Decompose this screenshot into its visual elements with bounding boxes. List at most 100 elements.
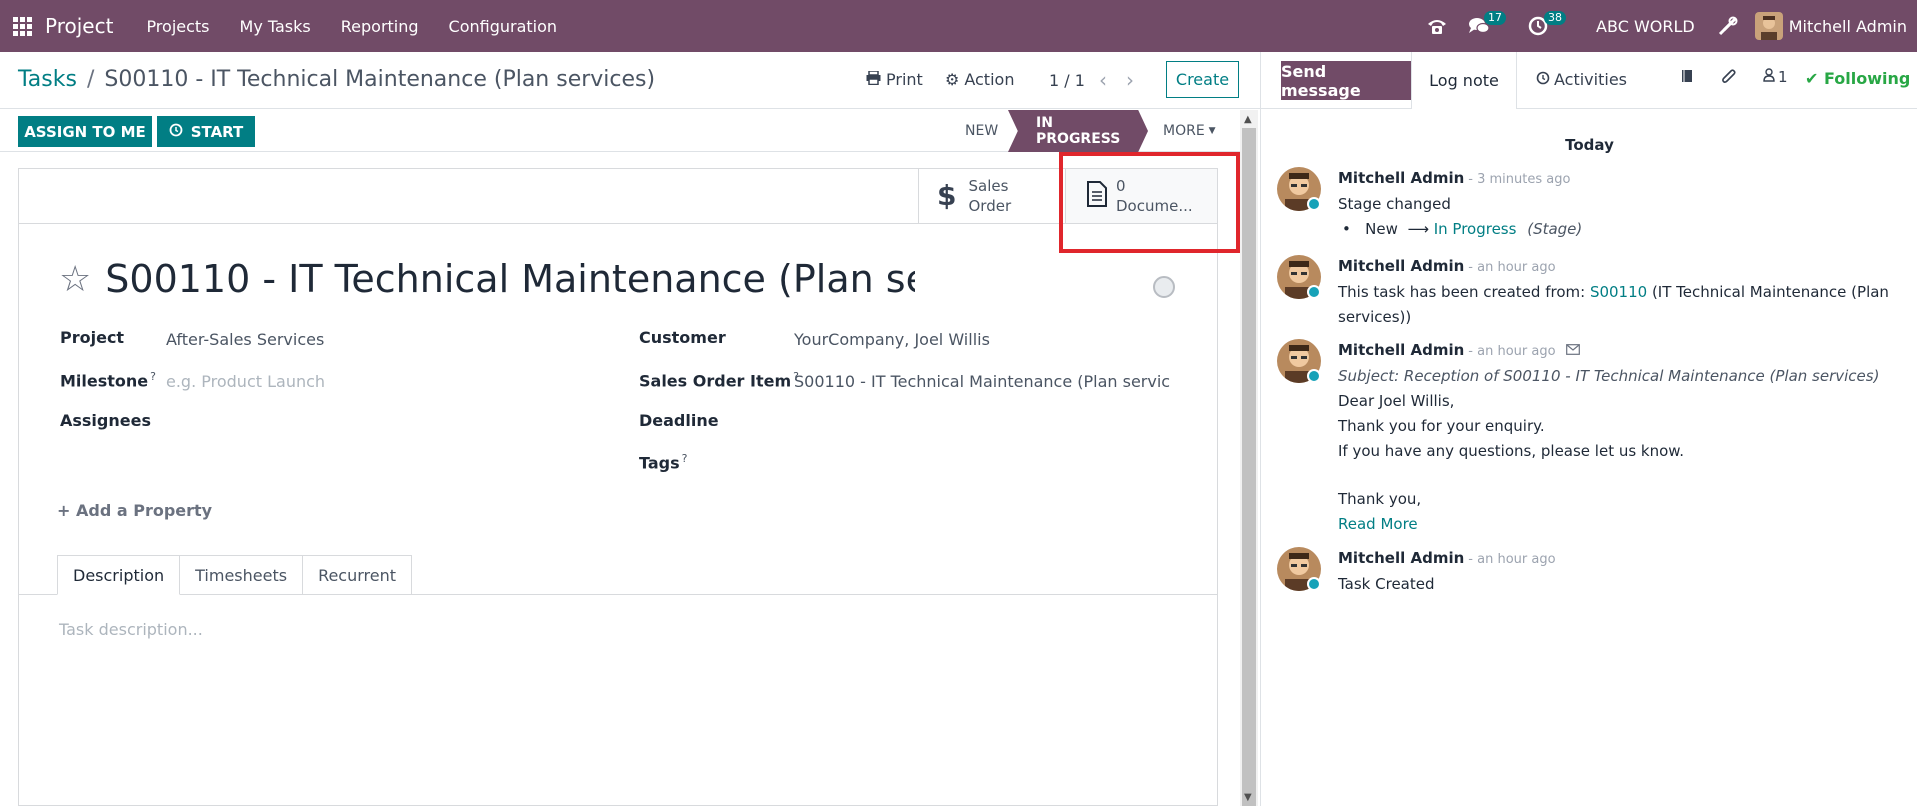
tab-recurrent[interactable]: Recurrent xyxy=(303,555,413,595)
log-note-button[interactable]: Log note xyxy=(1411,52,1517,109)
messages-icon[interactable]: 17 xyxy=(1458,0,1518,52)
tags-help-icon[interactable]: ? xyxy=(682,452,688,465)
customer-label: Customer xyxy=(639,328,726,347)
add-property-button[interactable]: + Add a Property xyxy=(57,501,212,520)
paperclip-icon[interactable] xyxy=(1721,68,1737,91)
stage-more-dropdown[interactable]: MORE ▼ xyxy=(1163,110,1216,152)
customer-field[interactable]: YourCompany, Joel Willis xyxy=(794,330,990,349)
message-body: Subject: Reception of S00110 - IT Techni… xyxy=(1338,364,1898,537)
breadcrumb: Tasks / S00110 - IT Technical Maintenanc… xyxy=(18,67,655,92)
message-author[interactable]: Mitchell Admin xyxy=(1338,341,1464,359)
book-icon[interactable] xyxy=(1679,68,1695,89)
stage-new[interactable]: NEW xyxy=(965,110,998,152)
so-item-label-text: Sales Order Item xyxy=(639,371,792,391)
kanban-state-dot[interactable] xyxy=(1153,276,1175,298)
control-panel: Tasks / S00110 - IT Technical Maintenanc… xyxy=(0,52,1260,109)
assign-to-me-button[interactable]: ASSIGN TO ME xyxy=(18,116,152,147)
activities-label: Activities xyxy=(1554,70,1627,89)
description-editor[interactable]: Task description... xyxy=(59,620,203,639)
sales-order-line1: Sales xyxy=(968,177,1009,195)
stage-in-progress[interactable]: IN PROGRESS xyxy=(1008,110,1148,152)
deadline-label: Deadline xyxy=(639,411,719,430)
envelope-icon xyxy=(1566,341,1581,359)
task-title[interactable]: S00110 - IT Technical Maintenance (Plan … xyxy=(105,257,915,301)
scroll-up-icon[interactable]: ▲ xyxy=(1244,114,1252,125)
deadline-field[interactable] xyxy=(794,411,1194,433)
user-name: Mitchell Admin xyxy=(1788,16,1907,36)
read-more-link[interactable]: Read More xyxy=(1338,512,1898,537)
create-button[interactable]: Create xyxy=(1166,61,1239,98)
star-priority-icon[interactable]: ☆ xyxy=(59,259,91,300)
user-avatar xyxy=(1754,12,1783,40)
scroll-down-icon[interactable]: ▼ xyxy=(1244,792,1252,803)
project-field[interactable]: After-Sales Services xyxy=(166,330,324,349)
message-line: Dear Joel Willis, xyxy=(1338,392,1455,410)
pager-next-icon[interactable]: › xyxy=(1126,68,1134,92)
menu-projects[interactable]: Projects xyxy=(131,0,224,52)
tools-icon[interactable] xyxy=(1707,0,1749,52)
activities-button[interactable]: Activities xyxy=(1536,70,1627,89)
followers-button[interactable]: 1 xyxy=(1763,68,1788,86)
online-status-dot xyxy=(1307,369,1321,383)
breadcrumb-tasks[interactable]: Tasks xyxy=(18,67,77,92)
message-time: - an hour ago xyxy=(1468,552,1556,567)
tracking-value: • New ⟶ In Progress (Stage) xyxy=(1338,217,1898,242)
sale-order-link[interactable]: S00110 xyxy=(1590,283,1647,301)
scroll-thumb[interactable] xyxy=(1242,128,1256,806)
message-header: Mitchell Admin - 3 minutes ago xyxy=(1338,169,1570,187)
app-name[interactable]: Project xyxy=(45,14,113,38)
message-line: Thank you, xyxy=(1338,490,1422,508)
send-message-button[interactable]: Send message xyxy=(1281,61,1411,100)
start-button[interactable]: START xyxy=(157,116,255,147)
message-author[interactable]: Mitchell Admin xyxy=(1338,257,1464,275)
milestone-help-icon[interactable]: ? xyxy=(150,370,156,383)
dollar-icon: $ xyxy=(937,179,957,212)
sales-order-smart-button[interactable]: $ Sales Order xyxy=(918,169,1065,223)
message-text: Stage changed xyxy=(1338,195,1451,213)
chatter-topbar: Send message Log note Activities 1 ✔ Fol… xyxy=(1261,52,1917,109)
sales-order-item-field[interactable]: S00110 - IT Technical Maintenance (Plan … xyxy=(794,372,1170,391)
pager-previous-icon[interactable]: ‹ xyxy=(1099,68,1107,92)
message-body: Task Created xyxy=(1338,572,1898,597)
start-label: START xyxy=(190,122,244,141)
following-label: Following xyxy=(1823,69,1911,88)
user-menu[interactable]: Mitchell Admin xyxy=(1749,12,1917,40)
tab-description[interactable]: Description xyxy=(57,555,181,595)
tracking-field: (Stage) xyxy=(1527,220,1583,238)
apps-menu-icon[interactable] xyxy=(0,0,44,52)
pager-value[interactable]: 1 / 1 xyxy=(1049,71,1085,90)
followers-count: 1 xyxy=(1778,68,1788,86)
phone-icon[interactable] xyxy=(1416,0,1458,52)
assignees-field[interactable] xyxy=(166,411,586,433)
tab-timesheets[interactable]: Timesheets xyxy=(180,555,304,595)
milestone-field[interactable]: e.g. Product Launch xyxy=(166,372,325,391)
company-switcher[interactable]: ABC WORLD xyxy=(1576,17,1707,36)
sales-order-label: Sales Order xyxy=(968,176,1011,216)
message-time: - 3 minutes ago xyxy=(1468,172,1571,187)
tags-field[interactable] xyxy=(794,452,1194,474)
smart-button-box: $ Sales Order 0 Docume... xyxy=(19,169,1217,224)
print-button[interactable]: Print xyxy=(866,70,923,89)
message-header: Mitchell Admin - an hour ago xyxy=(1338,257,1556,275)
title-row: ☆ S00110 - IT Technical Maintenance (Pla… xyxy=(59,257,915,301)
action-button[interactable]: ⚙ Action xyxy=(945,70,1014,89)
menu-my-tasks[interactable]: My Tasks xyxy=(225,0,326,52)
project-label: Project xyxy=(60,328,125,347)
following-button[interactable]: ✔ Following xyxy=(1805,69,1910,88)
messages-badge: 17 xyxy=(1484,11,1507,25)
form-scrollbar[interactable]: ▲ ▼ xyxy=(1240,110,1258,806)
clock-icon xyxy=(169,123,183,141)
menu-configuration[interactable]: Configuration xyxy=(434,0,573,52)
message-author[interactable]: Mitchell Admin xyxy=(1338,549,1464,567)
plus-icon: + xyxy=(57,501,71,520)
breadcrumb-separator: / xyxy=(86,67,95,92)
activities-clock-icon[interactable]: 38 xyxy=(1518,0,1576,52)
milestone-label-text: Milestone xyxy=(60,371,149,391)
message-author[interactable]: Mitchell Admin xyxy=(1338,169,1464,187)
message-header: Mitchell Admin - an hour ago xyxy=(1338,341,1581,359)
message-time: - an hour ago xyxy=(1468,344,1556,359)
breadcrumb-current: S00110 - IT Technical Maintenance (Plan … xyxy=(104,67,656,92)
message-text: Task Created xyxy=(1338,575,1435,593)
online-status-dot xyxy=(1307,577,1321,591)
menu-reporting[interactable]: Reporting xyxy=(326,0,434,52)
